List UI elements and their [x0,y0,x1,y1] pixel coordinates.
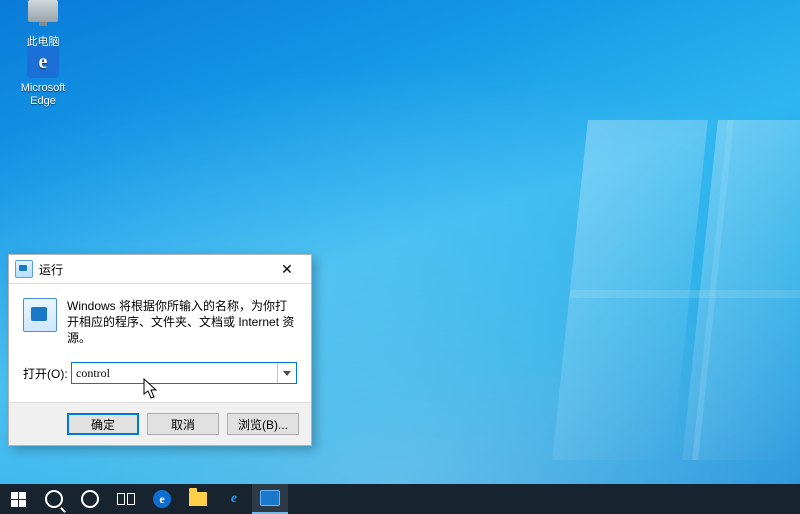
edge-icon: e [27,46,59,78]
open-combobox[interactable] [71,362,297,384]
run-dialog-icon [23,298,57,332]
taskbar-search-button[interactable] [36,484,72,514]
open-input[interactable] [72,363,277,383]
taskbar-edge-button[interactable]: e [144,484,180,514]
chevron-down-icon [283,371,291,376]
open-label: 打开(O): [23,365,71,382]
desktop-icon-this-pc[interactable]: 此电脑 [8,0,78,49]
taskbar-taskview-button[interactable] [108,484,144,514]
start-button[interactable] [0,484,36,514]
desktop[interactable]: 此电脑 e Microsoft Edge 运行 ✕ Windows 将根据你所输… [0,0,800,484]
close-icon: ✕ [281,262,293,276]
edge-icon: e [153,490,171,508]
wallpaper-light [552,120,800,460]
taskbar-explorer-button[interactable] [180,484,216,514]
browse-button[interactable]: 浏览(B)... [227,413,299,435]
search-icon [45,490,63,508]
task-view-icon [117,493,135,505]
run-dialog: 运行 ✕ Windows 将根据你所输入的名称，为你打开相应的程序、文件夹、文档… [8,254,312,446]
open-dropdown-button[interactable] [277,363,296,383]
taskbar-run-button[interactable] [252,484,288,514]
this-pc-icon [27,0,59,32]
ok-button[interactable]: 确定 [67,413,139,435]
internet-explorer-icon: e [225,490,243,508]
run-dialog-buttons: 确定 取消 浏览(B)... [9,402,311,445]
taskbar-cortana-button[interactable] [72,484,108,514]
run-dialog-title: 运行 [39,261,269,278]
cancel-button[interactable]: 取消 [147,413,219,435]
run-icon [15,260,33,278]
run-icon [260,490,280,506]
close-button[interactable]: ✕ [269,255,305,283]
file-explorer-icon [189,492,207,506]
desktop-icon-label: Microsoft Edge [8,82,78,108]
taskbar-ie-button[interactable]: e [216,484,252,514]
run-dialog-titlebar[interactable]: 运行 ✕ [9,255,311,284]
run-dialog-description: Windows 将根据你所输入的名称，为你打开相应的程序、文件夹、文档或 Int… [67,298,297,346]
windows-logo-icon [11,492,26,507]
desktop-icon-edge[interactable]: e Microsoft Edge [8,46,78,108]
cortana-icon [81,490,99,508]
taskbar: e e [0,484,800,514]
